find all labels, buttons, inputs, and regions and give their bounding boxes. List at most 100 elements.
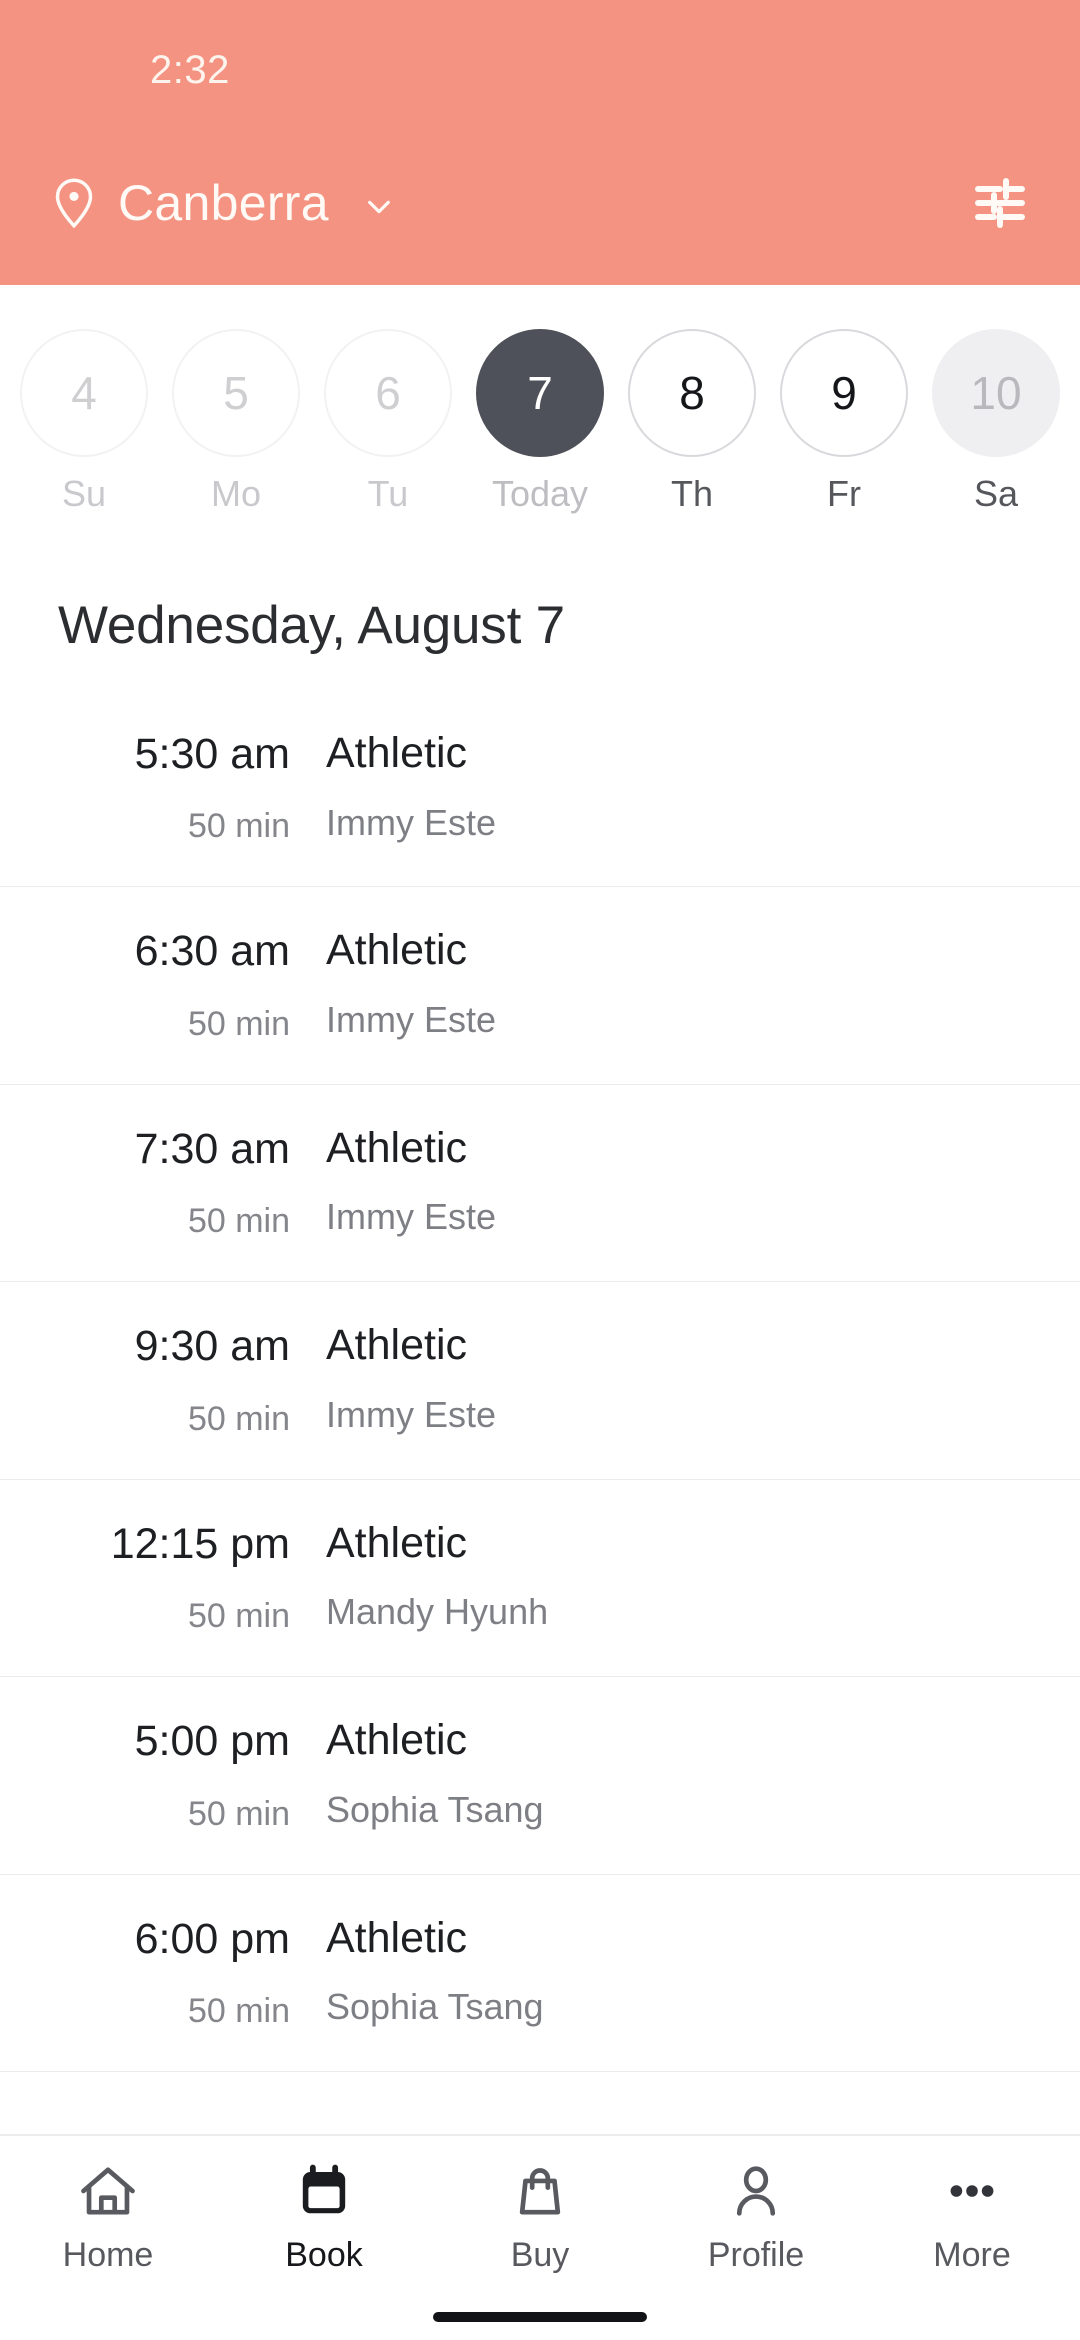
class-duration: 50 min: [187, 1399, 290, 1438]
class-schedule-list: 5:30 am 50 min Athletic Immy Este 6:30 a…: [0, 690, 1080, 2134]
date-weekday-label: Sa: [973, 473, 1019, 514]
class-name: Athletic: [326, 729, 468, 777]
shopping-bag-icon: [511, 2160, 569, 2222]
class-info-column: Athletic Mandy Hyunh: [326, 1516, 1024, 1634]
class-time: 5:30 am: [134, 730, 290, 778]
date-circle[interactable]: 6: [324, 329, 452, 457]
nav-label: More: [933, 2236, 1011, 2274]
nav-item-home[interactable]: Home: [0, 2160, 216, 2275]
date-cell-6[interactable]: 6 Tu: [312, 329, 464, 515]
class-row[interactable]: 12:15 pm 50 min Athletic Mandy Hyunh: [0, 1480, 1080, 1678]
date-circle[interactable]: 8: [628, 329, 756, 457]
class-row[interactable]: 5:00 pm 50 min Athletic Sophia Tsang: [0, 1677, 1080, 1875]
status-bar: 2:32: [0, 0, 1080, 145]
class-row[interactable]: 7:30 am 50 min Athletic Immy Este: [0, 1085, 1080, 1283]
class-info-column: Athletic Immy Este: [326, 726, 1024, 844]
app-header: 2:32 Canberra: [0, 0, 1080, 285]
class-time: 6:30 am: [134, 927, 290, 976]
bottom-nav-items: Home Book Buy Profile More: [0, 2160, 1080, 2298]
date-cell-7-today[interactable]: 7 Today: [464, 329, 616, 515]
class-instructor: Immy Este: [326, 1393, 497, 1435]
class-info-column: Athletic Immy Este: [326, 923, 1024, 1041]
date-circle[interactable]: 4: [20, 329, 148, 457]
class-instructor: Immy Este: [326, 1196, 497, 1238]
class-info-column: Athletic Immy Este: [326, 1318, 1024, 1436]
class-duration: 50 min: [187, 807, 290, 846]
class-time-column: 5:00 pm 50 min: [56, 1713, 326, 1833]
class-name: Athletic: [326, 1913, 468, 1962]
date-weekday-label: Today: [491, 473, 589, 514]
class-name: Athletic: [326, 1716, 468, 1765]
class-time: 5:00 pm: [134, 1717, 290, 1766]
date-weekday-label: Tu: [367, 473, 409, 514]
chevron-down-icon[interactable]: [363, 191, 395, 223]
class-duration: 50 min: [187, 1794, 290, 1833]
class-instructor: Immy Este: [326, 801, 497, 843]
date-cell-5[interactable]: 5 Mo: [160, 329, 312, 515]
class-time-column: 6:00 pm 50 min: [56, 1911, 326, 2031]
date-cell-8[interactable]: 8 Th: [616, 329, 768, 515]
header-row: Canberra: [0, 148, 1080, 258]
date-cell-4[interactable]: 4 Su: [8, 329, 160, 515]
nav-item-book[interactable]: Book: [216, 2160, 432, 2275]
class-name: Athletic: [326, 926, 468, 975]
class-time-column: 12:15 pm 50 min: [56, 1516, 326, 1636]
location-selector[interactable]: Canberra: [52, 174, 395, 232]
class-instructor: Mandy Hyunh: [326, 1591, 549, 1633]
class-instructor: Sophia Tsang: [326, 1986, 544, 2028]
class-time: 7:30 am: [134, 1124, 290, 1173]
class-duration: 50 min: [187, 1202, 290, 1241]
nav-label: Buy: [510, 2236, 570, 2274]
date-weekday-label: Fr: [827, 473, 861, 514]
class-duration: 50 min: [187, 1597, 290, 1636]
date-circle-selected[interactable]: 7: [476, 329, 604, 457]
nav-label: Profile: [707, 2236, 805, 2274]
class-time: 12:15 pm: [110, 1519, 290, 1568]
class-time: 9:30 am: [134, 1322, 290, 1371]
class-time-column: 6:30 am 50 min: [56, 923, 326, 1043]
class-info-column: Athletic Immy Este: [326, 1121, 1024, 1239]
nav-item-more[interactable]: More: [864, 2160, 1080, 2275]
person-icon: [727, 2160, 785, 2222]
calendar-icon: [295, 2160, 353, 2222]
location-name: Canberra: [118, 175, 329, 231]
class-info-column: Athletic Sophia Tsang: [326, 1911, 1024, 2029]
class-time: 6:00 pm: [134, 1914, 290, 1963]
location-pin-icon: [52, 177, 96, 229]
class-instructor: Sophia Tsang: [326, 1788, 544, 1830]
app-screen: 2:32 Canberra 4 Su 5 Mo 6 Tu 7 Today 8 T…: [0, 0, 1080, 2340]
class-row[interactable]: 5:30 am 50 min Athletic Immy Este: [0, 690, 1080, 888]
date-strip[interactable]: 4 Su 5 Mo 6 Tu 7 Today 8 Th 9 Fr 10 Sa: [0, 285, 1080, 541]
nav-item-buy[interactable]: Buy: [432, 2160, 648, 2275]
class-row[interactable]: 9:30 am 50 min Athletic Immy Este: [0, 1282, 1080, 1480]
date-cell-9[interactable]: 9 Fr: [768, 329, 920, 515]
home-icon: [79, 2160, 137, 2222]
date-circle[interactable]: 10: [932, 329, 1060, 457]
nav-label: Home: [62, 2236, 154, 2274]
class-instructor: Immy Este: [326, 999, 497, 1041]
nav-item-profile[interactable]: Profile: [648, 2160, 864, 2275]
class-name: Athletic: [326, 1518, 468, 1567]
date-weekday-label: Mo: [210, 473, 261, 514]
bottom-navigation-bar: Home Book Buy Profile More: [0, 2134, 1080, 2340]
tune-filter-icon[interactable]: [972, 177, 1028, 229]
class-duration: 50 min: [187, 1004, 290, 1043]
class-name: Athletic: [326, 1321, 468, 1370]
date-weekday-label: Su: [61, 473, 107, 514]
class-info-column: Athletic Sophia Tsang: [326, 1713, 1024, 1831]
day-heading: Wednesday, August 7: [58, 596, 565, 655]
class-time-column: 5:30 am 50 min: [56, 726, 326, 846]
class-duration: 50 min: [187, 1992, 290, 2031]
more-dots-icon: [943, 2160, 1001, 2222]
class-row[interactable]: 6:00 pm 50 min Athletic Sophia Tsang: [0, 1875, 1080, 2073]
date-circle[interactable]: 5: [172, 329, 300, 457]
class-row[interactable]: 6:30 am 50 min Athletic Immy Este: [0, 887, 1080, 1085]
class-time-column: 7:30 am 50 min: [56, 1121, 326, 1241]
class-name: Athletic: [326, 1123, 468, 1172]
status-bar-clock: 2:32: [150, 48, 230, 92]
home-indicator[interactable]: [433, 2312, 647, 2322]
class-time-column: 9:30 am 50 min: [56, 1318, 326, 1438]
date-circle[interactable]: 9: [780, 329, 908, 457]
date-weekday-label: Th: [670, 473, 713, 514]
date-cell-10[interactable]: 10 Sa: [920, 329, 1072, 515]
